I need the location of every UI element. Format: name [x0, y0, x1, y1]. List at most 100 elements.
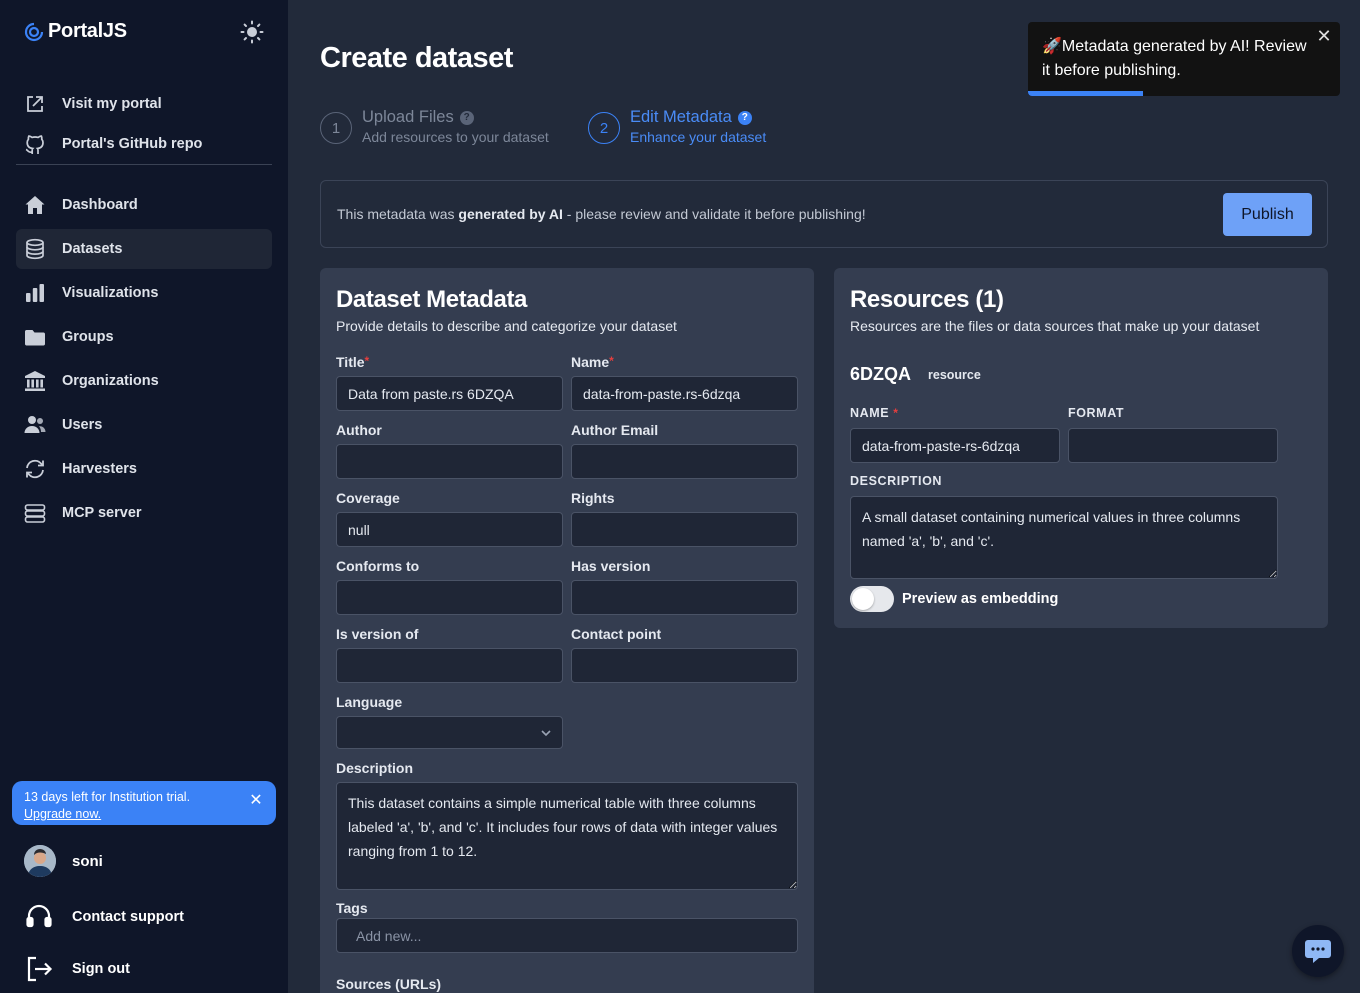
sidebar-divider — [16, 164, 272, 165]
panel-title: Resources (1) — [850, 286, 1004, 313]
step-edit-metadata[interactable]: 2 Edit Metadata? Enhance your dataset — [588, 108, 766, 145]
external-link-icon — [24, 93, 46, 115]
sidebar-item-organizations[interactable]: Organizations — [16, 361, 272, 401]
description-textarea[interactable]: This dataset contains a simple numerical… — [336, 782, 798, 890]
app-logo[interactable]: PortalJS — [24, 20, 127, 43]
close-icon[interactable]: ✕ — [248, 793, 264, 809]
publish-button[interactable]: Publish — [1223, 193, 1312, 236]
building-icon — [24, 370, 46, 392]
rights-label: Rights — [571, 490, 615, 506]
toggle-knob — [852, 588, 874, 610]
visit-portal-label: Visit my portal — [62, 96, 162, 112]
folder-icon — [24, 326, 46, 348]
github-repo-link[interactable]: Portal's GitHub repo — [16, 124, 272, 164]
is-version-of-input[interactable] — [336, 648, 563, 683]
toast-notification: 🚀Metadata generated by AI! Review it bef… — [1028, 22, 1340, 96]
step-title: Edit Metadata — [630, 108, 732, 126]
coverage-input[interactable] — [336, 512, 563, 547]
theme-toggle-sun-icon[interactable] — [240, 20, 264, 44]
title-input[interactable] — [336, 376, 563, 411]
avatar — [24, 845, 56, 877]
contact-point-label: Contact point — [571, 626, 662, 642]
main-content: Create dataset 1 Upload Files? Add resou… — [288, 0, 1360, 993]
sign-out-link[interactable]: Sign out — [24, 954, 130, 984]
sidebar-item-dashboard[interactable]: Dashboard — [16, 185, 272, 225]
name-input[interactable] — [571, 376, 798, 411]
author-label: Author — [336, 422, 382, 438]
rights-input[interactable] — [571, 512, 798, 547]
help-icon[interactable]: ? — [737, 110, 752, 125]
tags-label: Tags — [336, 900, 368, 916]
user-name: soni — [72, 852, 103, 870]
panel-subtitle: Provide details to describe and categori… — [336, 318, 677, 334]
sidebar-item-label: Harvesters — [62, 461, 137, 477]
step-upload-files[interactable]: 1 Upload Files? Add resources to your da… — [320, 108, 549, 145]
bar-chart-icon — [24, 282, 46, 304]
contact-support-link[interactable]: Contact support — [24, 902, 184, 932]
sidebar-item-datasets[interactable]: Datasets — [16, 229, 272, 269]
headset-icon — [26, 904, 52, 928]
sidebar-item-label: Dashboard — [62, 197, 138, 213]
language-select[interactable] — [336, 716, 563, 749]
sign-out-label: Sign out — [72, 961, 130, 977]
server-icon — [24, 502, 46, 524]
has-version-input[interactable] — [571, 580, 798, 615]
author-input[interactable] — [336, 444, 563, 479]
sidebar-item-users[interactable]: Users — [16, 405, 272, 445]
user-profile[interactable]: soni — [24, 845, 103, 877]
has-version-label: Has version — [571, 558, 651, 574]
step-subtitle: Enhance your dataset — [630, 129, 767, 145]
toast-text: 🚀Metadata generated by AI! Review it bef… — [1042, 38, 1307, 79]
panel-subtitle: Resources are the files or data sources … — [850, 318, 1260, 334]
sidebar-item-harvesters[interactable]: Harvesters — [16, 449, 272, 489]
chat-widget-button[interactable] — [1292, 925, 1344, 977]
visit-portal-link[interactable]: Visit my portal — [16, 84, 272, 124]
refresh-icon — [24, 458, 46, 480]
sidebar-item-label: Users — [62, 417, 103, 433]
close-icon[interactable]: ✕ — [1316, 27, 1332, 45]
chat-icon — [1305, 940, 1331, 963]
required-marker: * — [609, 354, 614, 368]
preview-embedding-toggle[interactable] — [850, 586, 894, 612]
help-icon[interactable]: ? — [459, 110, 474, 125]
sidebar-item-mcp-server[interactable]: MCP server — [16, 493, 272, 533]
conforms-to-input[interactable] — [336, 580, 563, 615]
sidebar: PortalJS Visit my portal Portal's GitHub… — [0, 0, 288, 993]
github-repo-label: Portal's GitHub repo — [62, 136, 203, 152]
tags-input[interactable] — [336, 918, 798, 953]
sidebar-item-label: Datasets — [62, 241, 123, 257]
app-name: PortalJS — [48, 20, 127, 42]
contact-point-input[interactable] — [571, 648, 798, 683]
title-label: Title* — [336, 354, 369, 370]
step-title: Upload Files — [362, 108, 454, 126]
sun-icon — [240, 20, 264, 44]
resource-badge: resource — [928, 368, 981, 382]
is-version-of-label: Is version of — [336, 626, 419, 642]
sign-out-icon — [27, 956, 53, 982]
sidebar-item-label: Organizations — [62, 373, 159, 389]
page-title: Create dataset — [320, 42, 513, 74]
resource-description-label: DESCRIPTION — [850, 474, 943, 488]
author-email-input[interactable] — [571, 444, 798, 479]
resource-format-input[interactable] — [1068, 428, 1278, 463]
ai-generated-banner: This metadata was generated by AI - plea… — [320, 180, 1328, 248]
sidebar-item-label: Visualizations — [62, 285, 159, 301]
required-marker: * — [893, 406, 899, 420]
description-label: Description — [336, 760, 414, 776]
dataset-metadata-panel: Dataset Metadata Provide details to desc… — [320, 268, 814, 993]
sidebar-item-groups[interactable]: Groups — [16, 317, 272, 357]
resources-panel: Resources (1) Resources are the files or… — [834, 268, 1328, 628]
name-label: Name* — [571, 354, 614, 370]
resource-id: 6DZQA — [850, 364, 912, 384]
required-marker: * — [364, 354, 370, 368]
ai-banner-suffix: - please review and validate it before p… — [562, 206, 866, 222]
resource-name-input[interactable] — [850, 428, 1060, 463]
coverage-label: Coverage — [336, 490, 400, 506]
conforms-to-label: Conforms to — [336, 558, 420, 574]
upgrade-link[interactable]: Upgrade now. — [24, 806, 264, 822]
toast-progress-bar — [1028, 91, 1144, 96]
title-label-text: Title — [336, 354, 365, 370]
sidebar-item-visualizations[interactable]: Visualizations — [16, 273, 272, 313]
language-label: Language — [336, 694, 403, 710]
resource-description-textarea[interactable]: A small dataset containing numerical val… — [850, 496, 1278, 579]
